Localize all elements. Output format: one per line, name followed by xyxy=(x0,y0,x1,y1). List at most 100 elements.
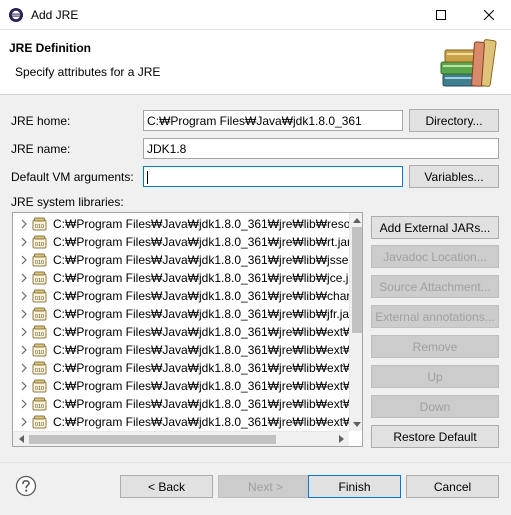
library-item[interactable]: 010 C:₩Program Files₩Java₩jdk1.8.0_361₩jr… xyxy=(13,251,362,269)
javadoc-location-button[interactable]: Javadoc Location... xyxy=(371,245,499,268)
library-item[interactable]: 010 C:₩Program Files₩Java₩jdk1.8.0_361₩jr… xyxy=(13,341,362,359)
title-bar: Add JRE xyxy=(0,0,511,30)
variables-button[interactable]: Variables... xyxy=(409,165,499,188)
svg-text:010: 010 xyxy=(35,260,44,266)
svg-text:010: 010 xyxy=(35,332,44,338)
text-caret xyxy=(147,171,148,185)
library-item[interactable]: 010 C:₩Program Files₩Java₩jdk1.8.0_361₩jr… xyxy=(13,233,351,251)
vm-args-field[interactable] xyxy=(143,166,403,187)
chevron-up-icon xyxy=(353,217,361,223)
finish-button[interactable]: Finish xyxy=(308,475,401,498)
libraries-rows: 010 C:₩Program Files₩Java₩jdk1.8.0_361₩jr… xyxy=(13,215,362,431)
chevron-right-icon[interactable] xyxy=(20,359,28,377)
svg-text:010: 010 xyxy=(35,314,44,320)
close-icon xyxy=(483,10,494,20)
library-path: C:₩Program Files₩Java₩jdk1.8.0_361₩jre₩l… xyxy=(53,361,362,375)
jar-icon: 010 xyxy=(32,289,48,303)
maximize-button[interactable] xyxy=(418,0,463,30)
down-button[interactable]: Down xyxy=(371,395,499,418)
books-icon xyxy=(440,39,497,87)
library-path: C:₩Program Files₩Java₩jdk1.8.0_361₩jre₩l… xyxy=(53,379,362,393)
library-path: C:₩Program Files₩Java₩jdk1.8.0_361₩jre₩l… xyxy=(53,253,363,267)
svg-text:010: 010 xyxy=(35,350,44,356)
library-item[interactable]: 010 C:₩Program Files₩Java₩jdk1.8.0_361₩jr… xyxy=(13,323,362,341)
svg-text:010: 010 xyxy=(35,404,44,410)
header-title: JRE Definition xyxy=(9,41,92,55)
maximize-icon xyxy=(435,10,446,20)
directory-button[interactable]: Directory... xyxy=(409,109,499,132)
scroll-up-arrow[interactable] xyxy=(350,213,362,227)
library-path: C:₩Program Files₩Java₩jdk1.8.0_361₩jre₩l… xyxy=(53,307,354,321)
chevron-right-icon[interactable] xyxy=(20,233,28,251)
jar-icon: 010 xyxy=(32,307,48,321)
add-external-jars-button[interactable]: Add External JARs... xyxy=(371,216,499,239)
jar-icon: 010 xyxy=(32,271,48,285)
jar-icon: 010 xyxy=(32,253,48,267)
library-item[interactable]: 010 C:₩Program Files₩Java₩jdk1.8.0_361₩jr… xyxy=(13,215,362,233)
back-button[interactable]: < Back xyxy=(120,475,213,498)
jre-home-label: JRE home: xyxy=(11,114,71,128)
vm-args-label: Default VM arguments: xyxy=(11,170,134,184)
external-annotations-button[interactable]: External annotations... xyxy=(371,305,499,328)
close-button[interactable] xyxy=(466,0,511,30)
library-path: C:₩Program Files₩Java₩jdk1.8.0_361₩jre₩l… xyxy=(53,289,363,303)
library-item[interactable]: 010 C:₩Program Files₩Java₩jdk1.8.0_361₩jr… xyxy=(13,395,362,413)
wizard-header: JRE Definition Specify attributes for a … xyxy=(0,30,511,95)
restore-default-button[interactable]: Restore Default xyxy=(371,425,499,448)
library-item[interactable]: 010 C:₩Program Files₩Java₩jdk1.8.0_361₩jr… xyxy=(13,287,362,305)
chevron-right-icon[interactable] xyxy=(20,251,28,269)
remove-button[interactable]: Remove xyxy=(371,335,499,358)
libraries-tree[interactable]: 010 C:₩Program Files₩Java₩jdk1.8.0_361₩jr… xyxy=(12,212,363,447)
svg-text:010: 010 xyxy=(35,422,44,428)
scroll-down-arrow[interactable] xyxy=(350,417,362,431)
up-button[interactable]: Up xyxy=(371,365,499,388)
header-subtitle: Specify attributes for a JRE xyxy=(15,65,161,79)
jar-icon: 010 xyxy=(32,235,48,249)
library-path: C:₩Program Files₩Java₩jdk1.8.0_361₩jre₩l… xyxy=(53,415,362,429)
vertical-scrollbar[interactable] xyxy=(349,213,362,431)
scroll-left-arrow[interactable] xyxy=(14,432,28,446)
chevron-down-icon xyxy=(353,421,361,427)
source-attachment-button[interactable]: Source Attachment... xyxy=(371,275,499,298)
library-path: C:₩Program Files₩Java₩jdk1.8.0_361₩jre₩l… xyxy=(53,343,362,357)
eclipse-icon xyxy=(9,8,23,22)
chevron-right-icon[interactable] xyxy=(20,413,28,431)
scroll-right-arrow[interactable] xyxy=(334,432,348,446)
jar-icon: 010 xyxy=(32,415,48,429)
horizontal-scrollbar[interactable] xyxy=(13,431,349,446)
chevron-right-icon[interactable] xyxy=(20,287,28,305)
chevron-right-icon[interactable] xyxy=(20,269,28,287)
svg-text:010: 010 xyxy=(35,368,44,374)
vertical-scroll-thumb[interactable] xyxy=(352,227,362,333)
horizontal-scroll-thumb[interactable] xyxy=(29,435,276,444)
chevron-right-icon xyxy=(338,435,344,443)
library-item[interactable]: 010 C:₩Program Files₩Java₩jdk1.8.0_361₩jr… xyxy=(13,269,359,287)
jre-home-field[interactable]: C:₩Program Files₩Java₩jdk1.8.0_361 xyxy=(143,110,403,131)
svg-text:010: 010 xyxy=(35,242,44,248)
library-item[interactable]: 010 C:₩Program Files₩Java₩jdk1.8.0_361₩jr… xyxy=(13,413,362,431)
window-title: Add JRE xyxy=(31,8,79,22)
chevron-right-icon[interactable] xyxy=(20,395,28,413)
chevron-right-icon[interactable] xyxy=(20,215,28,233)
chevron-right-icon[interactable] xyxy=(20,341,28,359)
chevron-right-icon[interactable] xyxy=(20,377,28,395)
library-path: C:₩Program Files₩Java₩jdk1.8.0_361₩jre₩l… xyxy=(53,271,360,285)
jar-icon: 010 xyxy=(32,217,48,231)
library-item[interactable]: 010 C:₩Program Files₩Java₩jdk1.8.0_361₩jr… xyxy=(13,377,362,395)
svg-text:010: 010 xyxy=(35,386,44,392)
svg-text:010: 010 xyxy=(35,278,44,284)
jre-name-field[interactable]: JDK1.8 xyxy=(143,138,499,159)
cancel-button[interactable]: Cancel xyxy=(406,475,499,498)
chevron-right-icon[interactable] xyxy=(20,305,28,323)
library-item[interactable]: 010 C:₩Program Files₩Java₩jdk1.8.0_361₩jr… xyxy=(13,359,362,377)
next-button[interactable]: Next > xyxy=(218,475,313,498)
jar-icon: 010 xyxy=(32,361,48,375)
svg-text:010: 010 xyxy=(35,296,44,302)
library-path: C:₩Program Files₩Java₩jdk1.8.0_361₩jre₩l… xyxy=(53,397,363,411)
chevron-right-icon[interactable] xyxy=(20,323,28,341)
svg-text:010: 010 xyxy=(35,224,44,230)
help-icon[interactable] xyxy=(15,475,37,497)
libraries-label: JRE system libraries: xyxy=(11,195,124,209)
library-item[interactable]: 010 C:₩Program Files₩Java₩jdk1.8.0_361₩jr… xyxy=(13,305,353,323)
jar-icon: 010 xyxy=(32,325,48,339)
